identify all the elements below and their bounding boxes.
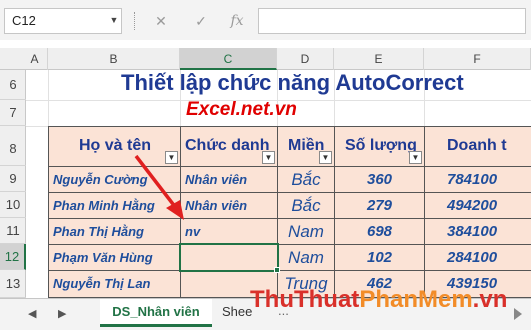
scroll-right-button[interactable]	[508, 301, 528, 327]
watermark-part3: .vn	[472, 286, 508, 313]
tab-scroll-left-icon[interactable]: ◀	[28, 307, 36, 320]
arrow-shaft	[134, 154, 178, 210]
watermark: ThuThuatPhanMem.vn	[250, 286, 507, 314]
arrow-head	[166, 200, 184, 220]
tab-ds-nhan-vien[interactable]: DS_Nhân viên	[100, 299, 212, 327]
annotation-arrow	[134, 154, 184, 220]
watermark-part2: PhanMem	[359, 286, 473, 313]
watermark-part1: ThuThuat	[250, 286, 360, 313]
tab-scroll-right-icon[interactable]: ▶	[58, 307, 66, 320]
caret-right-icon	[514, 308, 522, 320]
